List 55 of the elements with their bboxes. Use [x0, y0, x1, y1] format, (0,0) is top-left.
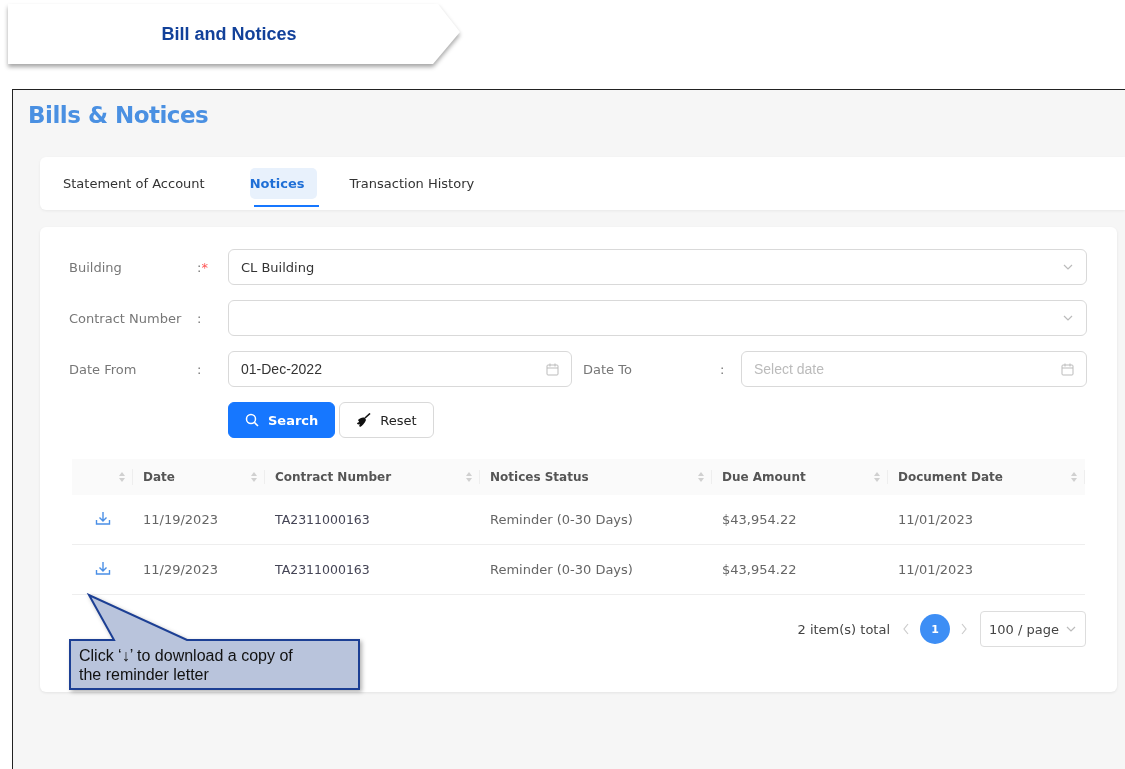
sort-icon[interactable] — [873, 471, 881, 483]
field-label: Building — [69, 259, 123, 275]
table-cell: $43,954.22 — [722, 512, 797, 527]
column-header: Contract Number — [275, 470, 392, 484]
sort-icon[interactable] — [697, 471, 705, 483]
column-header: Notices Status — [490, 470, 589, 484]
search-button[interactable]: Search — [228, 402, 336, 438]
reset-button[interactable]: Reset — [339, 402, 434, 438]
tab[interactable]: Notices — [249, 168, 318, 199]
page-title: Bills & Notices — [27, 101, 210, 130]
field-placeholder: Select date — [754, 361, 825, 377]
select-field[interactable]: CL Building — [228, 249, 1087, 285]
field-value: 01-Dec-2022 — [241, 361, 322, 377]
table-cell: Reminder (0-30 Days) — [490, 562, 633, 577]
label-colon: : — [197, 310, 202, 326]
field-label: Contract Number — [69, 310, 183, 326]
sort-icon[interactable] — [118, 471, 126, 483]
sort-icon[interactable] — [1070, 471, 1078, 483]
banner-title: Bill and Notices — [161, 23, 297, 45]
label-colon: : — [720, 361, 725, 377]
table-cell: 11/01/2023 — [898, 512, 973, 527]
table-cell: 11/29/2023 — [143, 562, 218, 577]
calendar-icon — [546, 362, 559, 376]
label-colon: : — [197, 361, 202, 377]
sort-icon[interactable] — [250, 471, 258, 483]
previous-page-icon[interactable] — [902, 623, 911, 635]
label-colon: : — [197, 259, 202, 275]
tab[interactable]: Transaction History — [349, 168, 488, 199]
table-cell: 11/01/2023 — [898, 562, 973, 577]
column-header: Document Date — [898, 470, 1003, 484]
next-page-icon[interactable] — [960, 623, 969, 635]
download-icon[interactable] — [94, 560, 111, 576]
total-count: 2 item(s) total — [797, 621, 891, 637]
column-header: Due Amount — [722, 470, 806, 484]
download-icon[interactable] — [94, 510, 111, 526]
field-value: CL Building — [241, 259, 315, 275]
required-mark: * — [201, 259, 208, 275]
field-label: Date To — [583, 361, 633, 377]
callout-text: Click ‘↓’ to download a copy of the reminder letter — [79, 646, 294, 684]
calendar-icon — [1061, 362, 1074, 376]
tab[interactable]: Statement of Account — [63, 168, 218, 199]
table-cell: Reminder (0-30 Days) — [490, 512, 633, 527]
table-cell: $43,954.22 — [722, 562, 797, 577]
table-cell: 11/19/2023 — [143, 512, 218, 527]
table-cell: TA2311000163 — [275, 512, 370, 527]
date-field[interactable]: 01-Dec-2022 — [228, 351, 572, 387]
table-cell: TA2311000163 — [275, 562, 370, 577]
sort-icon[interactable] — [465, 471, 473, 483]
search-icon — [245, 413, 259, 427]
select-field[interactable] — [228, 300, 1087, 336]
column-header: Date — [143, 470, 175, 484]
broom-icon — [356, 412, 372, 428]
page-size-select[interactable]: 100 / page — [980, 611, 1086, 647]
field-label: Date From — [69, 361, 138, 377]
active-tab-indicator — [253, 205, 320, 207]
